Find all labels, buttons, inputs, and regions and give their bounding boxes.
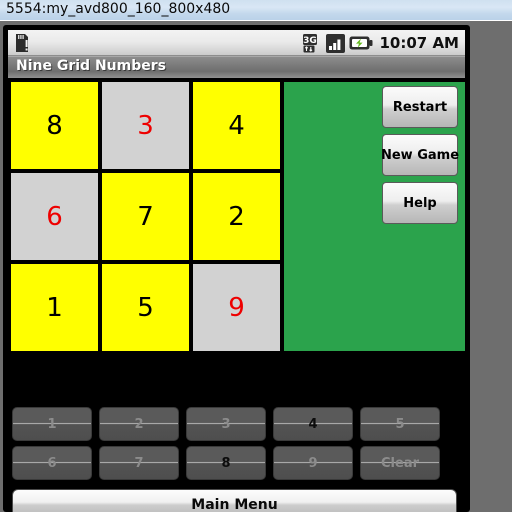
keypad-key-5[interactable]: 5 [360,407,440,441]
3g-data-icon: 3G [303,33,318,52]
action-panel: Restart New Game Help [284,82,465,351]
grid-cell[interactable]: 9 [193,264,280,351]
grid-cell[interactable]: 1 [11,264,98,351]
device-screen: 3G 10:07 AM Nine Grid Numbers 8 3 4 6 7 … [8,30,465,512]
grid-cell[interactable]: 6 [11,173,98,260]
keypad-key-3[interactable]: 3 [186,407,266,441]
play-area: 8 3 4 6 7 2 1 5 9 Restart New Game Help [8,78,465,406]
keypad-key-9[interactable]: 9 [273,446,353,480]
signal-bars-icon [326,33,346,53]
status-clock: 10:07 AM [379,34,459,52]
keypad-key-6[interactable]: 6 [12,446,92,480]
help-button[interactable]: Help [382,182,458,224]
app-titlebar: Nine Grid Numbers [8,56,465,78]
keypad-key-8[interactable]: 8 [186,446,266,480]
app-title-label: Nine Grid Numbers [16,58,166,74]
android-status-bar: 3G 10:07 AM [8,30,465,56]
battery-charging-icon [349,36,373,50]
new-game-button[interactable]: New Game [381,134,459,176]
keypad-key-1[interactable]: 1 [12,407,92,441]
window-titlebar: 5554:my_avd800_160_800x480 [0,0,512,21]
sd-card-icon [16,34,28,52]
svg-text:3G: 3G [304,36,318,46]
number-keypad: 1 2 3 4 5 6 7 8 9 Clear [8,406,465,486]
keypad-key-7[interactable]: 7 [99,446,179,480]
grid-cell[interactable]: 4 [193,82,280,169]
restart-button[interactable]: Restart [382,86,458,128]
keypad-row: 6 7 8 9 Clear [12,446,461,480]
window-title: 5554:my_avd800_160_800x480 [6,1,231,17]
keypad-key-4[interactable]: 4 [273,407,353,441]
emulator-window: 5554:my_avd800_160_800x480 3G 10:07 AM N… [0,0,512,512]
grid-cell[interactable]: 5 [102,264,189,351]
keypad-row: 1 2 3 4 5 [12,407,461,441]
status-icons-group: 3G 10:07 AM [303,30,459,56]
puzzle-grid: 8 3 4 6 7 2 1 5 9 [11,82,280,351]
grid-cell[interactable]: 7 [102,173,189,260]
grid-cell[interactable]: 2 [193,173,280,260]
keypad-clear-button[interactable]: Clear [360,446,440,480]
grid-cell[interactable]: 8 [11,82,98,169]
main-menu-button[interactable]: Main Menu [12,489,457,512]
grid-cell[interactable]: 3 [102,82,189,169]
keypad-key-2[interactable]: 2 [99,407,179,441]
